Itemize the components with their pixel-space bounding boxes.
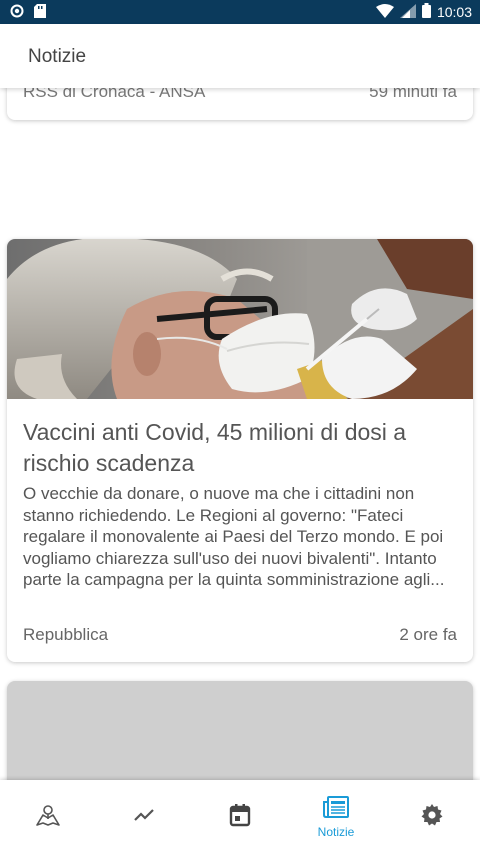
news-card-previous[interactable]: RSS di Cronaca - ANSA 59 minuti fa bbox=[7, 88, 473, 120]
nav-item-calendar[interactable] bbox=[192, 780, 288, 854]
news-time: 59 minuti fa bbox=[369, 88, 457, 101]
nav-item-trends[interactable] bbox=[96, 780, 192, 854]
bottom-navigation: Notizie bbox=[0, 780, 480, 854]
nav-item-news[interactable]: Notizie bbox=[288, 780, 384, 854]
sd-card-icon bbox=[34, 4, 46, 23]
news-image bbox=[7, 239, 473, 399]
wifi-icon bbox=[375, 3, 394, 21]
news-feed[interactable]: RSS di Cronaca - ANSA 59 minuti fa Vacci… bbox=[0, 88, 480, 780]
battery-icon bbox=[421, 3, 431, 21]
nav-item-settings[interactable] bbox=[384, 780, 480, 854]
nav-item-map[interactable] bbox=[0, 780, 96, 854]
news-card[interactable]: Vaccini anti Covid, 45 milioni di dosi a… bbox=[7, 239, 473, 662]
news-source: RSS di Cronaca - ANSA bbox=[23, 88, 206, 101]
app-bar: Notizie bbox=[0, 24, 480, 88]
gear-icon bbox=[420, 803, 444, 832]
news-time: 2 ore fa bbox=[399, 625, 457, 644]
calendar-icon bbox=[229, 803, 251, 832]
sync-icon bbox=[10, 4, 24, 23]
news-source: Repubblica bbox=[23, 625, 109, 644]
signal-icon bbox=[399, 3, 416, 21]
news-card-loading[interactable] bbox=[7, 681, 473, 780]
news-card-meta: RSS di Cronaca - ANSA 59 minuti fa bbox=[23, 88, 457, 102]
news-description: O vecchie da donare, o nuove ma che i ci… bbox=[23, 484, 445, 589]
nav-label-news: Notizie bbox=[317, 824, 355, 839]
page-title: Notizie bbox=[28, 46, 87, 67]
map-icon bbox=[35, 803, 61, 832]
news-card-body: Vaccini anti Covid, 45 milioni di dosi a… bbox=[7, 399, 473, 662]
news-card-meta: Repubblica 2 ore fa bbox=[23, 625, 457, 645]
clock-time: 10:03 bbox=[436, 4, 472, 20]
status-bar: 10:03 bbox=[0, 0, 480, 24]
trending-icon bbox=[132, 803, 156, 832]
news-icon bbox=[323, 795, 349, 823]
news-title[interactable]: Vaccini anti Covid, 45 milioni di dosi a… bbox=[23, 417, 457, 479]
